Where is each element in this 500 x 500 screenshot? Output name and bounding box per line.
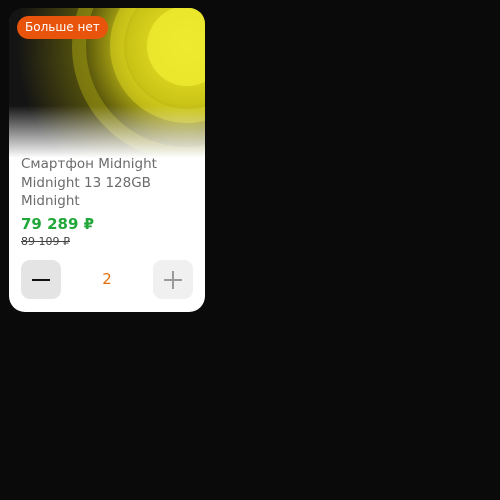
product-card[interactable]: Больше нет Смартфон Midnight Midnight 13…	[9, 8, 205, 312]
current-price: 79 289 ₽	[21, 215, 95, 233]
quantity-value: 2	[102, 270, 112, 288]
product-title[interactable]: Смартфон Midnight Midnight 13 128GB Midn…	[21, 155, 199, 211]
minus-icon	[32, 279, 50, 281]
old-price: 89 109 ₽	[21, 235, 70, 248]
increase-quantity-button[interactable]	[153, 260, 193, 299]
out-of-stock-badge: Больше нет	[17, 16, 108, 39]
decrease-quantity-button[interactable]	[21, 260, 61, 299]
